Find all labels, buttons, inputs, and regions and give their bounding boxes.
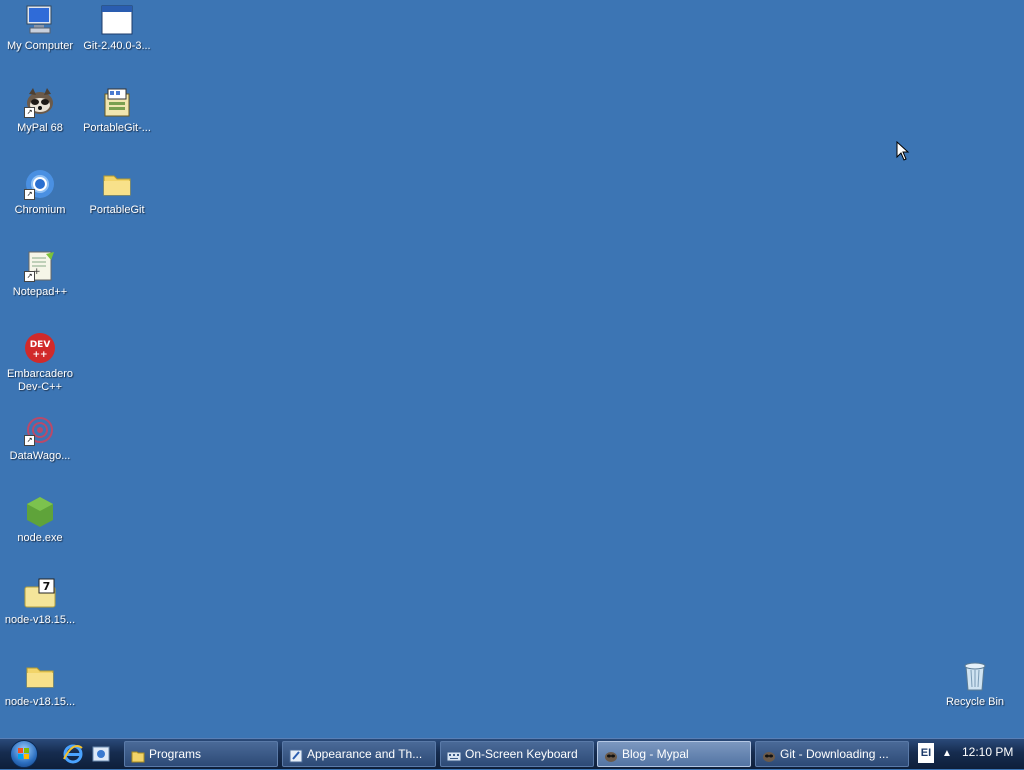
desktop-icon-label: Git-2.40.0-3... bbox=[83, 40, 151, 52]
desktop-icon-recycle-bin[interactable]: Recycle Bin bbox=[936, 658, 1014, 709]
mouse-cursor-icon bbox=[896, 141, 910, 161]
desktop-icon-my-computer[interactable]: My Computer bbox=[1, 2, 79, 53]
notepad-plus-plus-icon: + ↗ bbox=[24, 250, 56, 282]
devcpp-icon: DEV ++ bbox=[24, 332, 56, 364]
desktop-icon-datawagon[interactable]: ↗ DataWago... bbox=[1, 412, 79, 463]
desktop-icon-portablegit-exe[interactable]: PortableGit-... bbox=[78, 84, 156, 135]
show-desktop-icon[interactable] bbox=[90, 743, 112, 765]
folder-icon bbox=[101, 168, 133, 200]
mypal-browser-icon bbox=[604, 747, 618, 762]
shortcut-arrow-icon: ↗ bbox=[24, 271, 35, 282]
desktop-icon-node-archive[interactable]: 7 node-v18.15... bbox=[1, 576, 79, 627]
desktop-icon-label: DataWago... bbox=[9, 450, 71, 462]
desktop-icon-label: My Computer bbox=[6, 40, 74, 52]
desktop-icon-label: node-v18.15... bbox=[4, 614, 76, 626]
recycle-bin-icon bbox=[959, 660, 991, 692]
taskbar-button-blog-mypal[interactable]: Blog - Mypal bbox=[597, 741, 751, 767]
taskbar-button-programs[interactable]: Programs bbox=[124, 741, 278, 767]
internet-explorer-icon[interactable] bbox=[62, 743, 84, 765]
show-hidden-icons-arrow-icon[interactable]: ▲ bbox=[942, 748, 952, 759]
desktop-icon-label: PortableGit bbox=[89, 204, 145, 216]
shortcut-arrow-icon: ↗ bbox=[24, 107, 35, 118]
desktop-icon-node-exe[interactable]: node.exe bbox=[1, 494, 79, 545]
keyboard-icon bbox=[446, 747, 462, 762]
taskbar-button-label: Appearance and Th... bbox=[307, 747, 423, 761]
taskbar-button-label: Blog - Mypal bbox=[622, 747, 689, 761]
datawagon-icon: ↗ bbox=[24, 414, 56, 446]
desktop-icon-label: PortableGit-... bbox=[83, 122, 151, 134]
mypal-browser-icon: ↗ bbox=[24, 86, 56, 118]
desktop[interactable]: My Computer ↗ MyPal 68 ↗ Chromium + ↗ No… bbox=[0, 0, 1024, 738]
desktop-icon-label: node-v18.15... bbox=[4, 696, 76, 708]
taskbar-button-git-downloading[interactable]: Git - Downloading ... bbox=[755, 741, 909, 767]
desktop-icon-chromium[interactable]: ↗ Chromium bbox=[1, 166, 79, 217]
desktop-icon-label: MyPal 68 bbox=[17, 122, 63, 134]
shortcut-arrow-icon: ↗ bbox=[24, 189, 35, 200]
taskbar-clock[interactable]: 12:10 PM bbox=[962, 745, 1013, 759]
svg-text:++: ++ bbox=[32, 350, 47, 360]
language-indicator[interactable]: EI bbox=[918, 743, 934, 763]
desktop-icon-notepadpp[interactable]: + ↗ Notepad++ bbox=[1, 248, 79, 299]
desktop-icon-label: node.exe bbox=[17, 532, 63, 544]
desktop-icon-label: Chromium bbox=[14, 204, 66, 216]
desktop-icon-label: Recycle Bin bbox=[945, 696, 1005, 708]
mypal-browser-icon bbox=[762, 747, 776, 762]
control-panel-icon bbox=[289, 747, 303, 763]
windows-logo-icon bbox=[10, 740, 38, 768]
desktop-icon-mypal[interactable]: ↗ MyPal 68 bbox=[1, 84, 79, 135]
svg-text:DEV: DEV bbox=[30, 340, 51, 350]
taskbar-button-on-screen-keyboard[interactable]: On-Screen Keyboard bbox=[440, 741, 594, 767]
window-app-icon bbox=[101, 4, 133, 36]
7zip-archive-icon: 7 bbox=[24, 578, 56, 610]
desktop-icon-label: Embarcadero Dev-C++ bbox=[6, 368, 74, 393]
desktop-icon-label: Notepad++ bbox=[12, 286, 68, 298]
folder-icon bbox=[24, 660, 56, 692]
shortcut-arrow-icon: ↗ bbox=[24, 435, 35, 446]
installer-icon bbox=[101, 86, 133, 118]
start-button[interactable] bbox=[4, 740, 44, 768]
desktop-icon-node-folder[interactable]: node-v18.15... bbox=[1, 658, 79, 709]
svg-text:7: 7 bbox=[43, 580, 51, 593]
taskbar-button-label: On-Screen Keyboard bbox=[465, 747, 578, 761]
taskbar-button-appearance[interactable]: Appearance and Th... bbox=[282, 741, 436, 767]
desktop-icon-portablegit-folder[interactable]: PortableGit bbox=[78, 166, 156, 217]
desktop-icon-git-installer[interactable]: Git-2.40.0-3... bbox=[78, 2, 156, 53]
desktop-icon-devcpp[interactable]: DEV ++ Embarcadero Dev-C++ bbox=[1, 330, 79, 394]
taskbar-button-label: Git - Downloading ... bbox=[780, 747, 889, 761]
taskbar-button-label: Programs bbox=[149, 747, 202, 761]
computer-icon bbox=[24, 4, 56, 36]
chromium-icon: ↗ bbox=[24, 168, 56, 200]
nodejs-icon bbox=[24, 496, 56, 528]
taskbar: Programs Appearance and Th... On-Screen … bbox=[0, 738, 1024, 769]
folder-icon bbox=[131, 747, 145, 763]
